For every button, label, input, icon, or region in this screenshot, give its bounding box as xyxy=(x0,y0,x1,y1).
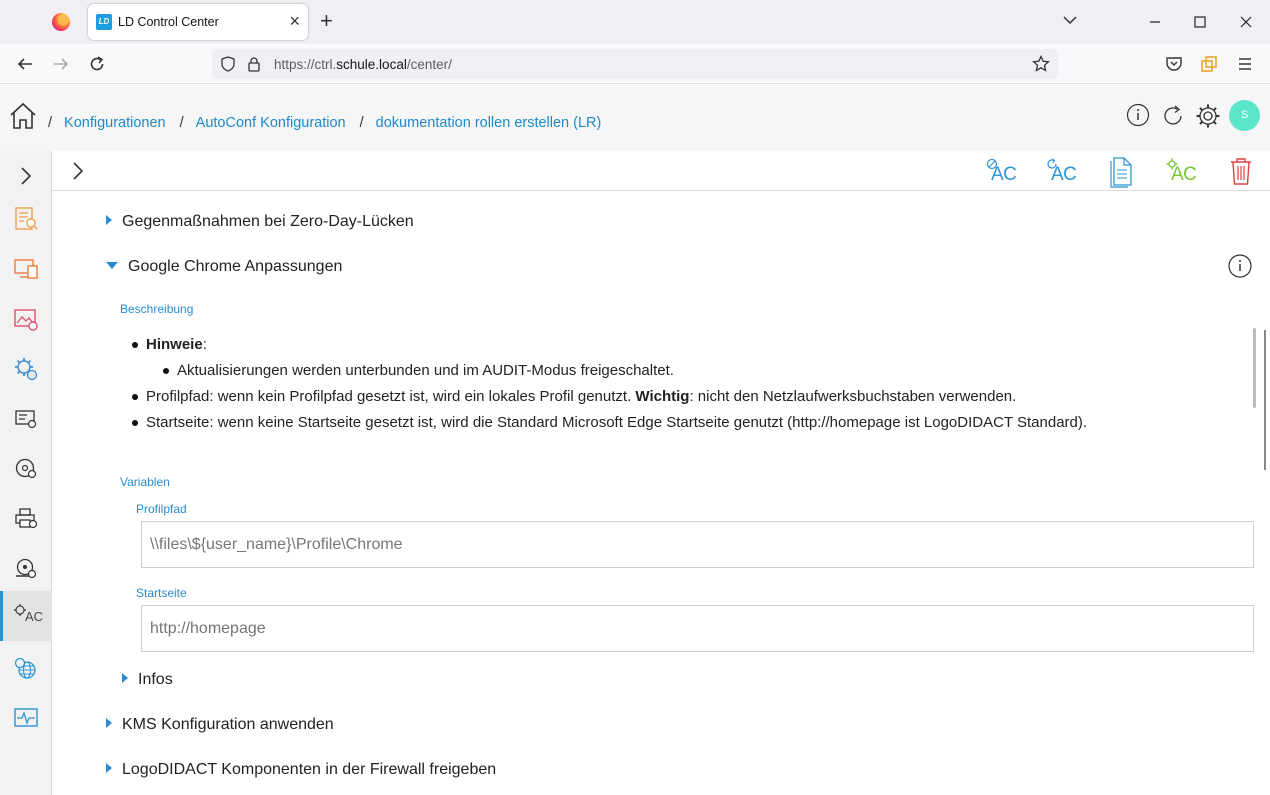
list-item: Profilpfad: wenn kein Profilpfad gesetzt… xyxy=(132,384,1087,410)
extension-icon[interactable] xyxy=(1200,55,1218,73)
sidebar-item-reports[interactable] xyxy=(0,194,52,244)
ac-reset-button[interactable]: AC xyxy=(1044,156,1078,186)
content-toolbar: AC AC AC xyxy=(52,151,1270,191)
report-icon xyxy=(15,207,38,230)
breadcrumb-current[interactable]: dokumentation rollen erstellen (LR) xyxy=(376,115,602,131)
hardware-icon xyxy=(15,410,37,429)
section-infos[interactable]: Infos xyxy=(122,671,173,689)
config-gears-icon xyxy=(15,358,38,381)
sidebar-item-monitoring[interactable] xyxy=(0,694,52,744)
breadcrumb: / Konfigurationen / AutoConf Konfiguration… xyxy=(48,115,602,131)
menu-hamburger-icon[interactable] xyxy=(1236,55,1254,73)
breadcrumb-autoconf[interactable]: AutoConf Konfiguration xyxy=(196,115,346,131)
profile-path-input[interactable] xyxy=(142,522,1253,567)
sidebar-item-devices[interactable] xyxy=(0,244,52,294)
lock-icon[interactable] xyxy=(246,56,262,72)
app-header: / Konfigurationen / AutoConf Konfiguration… xyxy=(0,85,1270,151)
url-bar[interactable]: https://ctrl.schule.local/center/ xyxy=(212,49,1058,79)
sidebar-item-autoconf[interactable]: AC xyxy=(0,591,52,641)
list-item: Startseite: wenn keine Startseite gesetz… xyxy=(132,410,1087,436)
caret-right-icon xyxy=(106,718,112,728)
ld-favicon-icon: LD xyxy=(96,14,112,30)
printer-icon xyxy=(15,508,38,529)
description-text: Hinweie: Aktualisierungen werden unterbu… xyxy=(132,332,1087,436)
browser-tabstrip: LD LD Control Center × + xyxy=(0,0,1270,44)
caret-right-icon xyxy=(106,215,112,225)
autoconf-label: AC xyxy=(25,609,44,624)
caret-right-icon xyxy=(106,763,112,773)
list-item: Aktualisierungen werden unterbunden und … xyxy=(146,358,1087,384)
tab-title: LD Control Center xyxy=(118,15,219,29)
browser-tab[interactable]: LD LD Control Center × xyxy=(88,4,308,40)
window-close-icon[interactable] xyxy=(1236,12,1256,32)
settings-gear-icon[interactable] xyxy=(1195,103,1221,129)
sidebar-item-storage[interactable] xyxy=(0,544,52,594)
chevron-right-icon[interactable] xyxy=(68,160,88,182)
reload-icon[interactable] xyxy=(88,55,106,73)
new-tab-button[interactable]: + xyxy=(320,10,333,32)
page-scrollbar[interactable] xyxy=(1264,330,1266,470)
sidebar-item-printers[interactable] xyxy=(0,494,52,544)
chevron-right-icon xyxy=(21,167,32,185)
startpage-input[interactable] xyxy=(142,606,1253,651)
firefox-icon[interactable] xyxy=(52,13,70,31)
bookmark-star-icon[interactable] xyxy=(1032,55,1050,73)
browser-navbar: https://ctrl.schule.local/center/ xyxy=(0,44,1270,84)
devices-icon xyxy=(14,259,38,279)
ac-apply-button[interactable]: AC xyxy=(1164,156,1198,186)
pocket-icon[interactable] xyxy=(1165,55,1183,73)
globe-gear-icon xyxy=(14,657,36,679)
image-settings-icon xyxy=(14,309,38,331)
back-arrow-icon[interactable] xyxy=(16,55,34,73)
document-button[interactable] xyxy=(1106,156,1140,188)
tab-close-icon[interactable]: × xyxy=(289,11,300,31)
description-scrollbar[interactable] xyxy=(1253,328,1256,408)
list-item: Hinweie: Aktualisierungen werden unterbu… xyxy=(132,332,1087,384)
info-icon[interactable] xyxy=(1126,103,1150,127)
shield-icon[interactable] xyxy=(220,56,236,72)
main-content: Gegenmaßnahmen bei Zero-Day-Lücken Googl… xyxy=(52,192,1270,795)
info-icon[interactable] xyxy=(1228,254,1252,278)
sidebar-item-configs[interactable] xyxy=(0,344,52,394)
variables-label: Variablen xyxy=(120,475,170,489)
sidebar-item-software[interactable] xyxy=(0,444,52,494)
section-google-chrome[interactable]: Google Chrome Anpassungen xyxy=(106,258,342,276)
tab-list-chevron-icon[interactable] xyxy=(1062,12,1078,28)
sidebar: AC xyxy=(0,151,52,795)
section-zero-day[interactable]: Gegenmaßnahmen bei Zero-Day-Lücken xyxy=(106,213,414,231)
sidebar-item-network[interactable] xyxy=(0,644,52,694)
url-text[interactable]: https://ctrl.schule.local/center/ xyxy=(274,57,452,72)
startpage-field-label: Startseite xyxy=(136,586,187,600)
trash-icon xyxy=(1231,158,1251,185)
startpage-field[interactable] xyxy=(141,605,1254,652)
caret-down-icon xyxy=(106,262,118,269)
section-firewall[interactable]: LogoDIDACT Komponenten in der Firewall f… xyxy=(106,761,496,779)
profile-path-field[interactable] xyxy=(141,521,1254,568)
hdd-icon xyxy=(16,558,37,579)
delete-button[interactable] xyxy=(1228,156,1262,186)
caret-right-icon xyxy=(122,673,128,683)
monitor-pulse-icon xyxy=(14,708,38,727)
ac-disable-button[interactable]: AC xyxy=(984,156,1018,186)
home-icon[interactable] xyxy=(9,102,37,130)
sidebar-item-images[interactable] xyxy=(0,294,52,344)
refresh-icon[interactable] xyxy=(1160,103,1186,129)
disc-icon xyxy=(15,458,37,479)
description-label: Beschreibung xyxy=(120,302,194,316)
breadcrumb-konfigurationen[interactable]: Konfigurationen xyxy=(64,115,166,131)
document-icon xyxy=(1110,157,1132,188)
window-minimize-icon[interactable] xyxy=(1145,12,1165,32)
window-maximize-icon[interactable] xyxy=(1190,12,1210,32)
profile-field-label: Profilpfad xyxy=(136,502,187,516)
section-kms[interactable]: KMS Konfiguration anwenden xyxy=(106,716,334,734)
avatar[interactable]: S xyxy=(1229,100,1260,131)
sidebar-item-hardware[interactable] xyxy=(0,394,52,444)
forward-arrow-icon[interactable] xyxy=(52,55,70,73)
